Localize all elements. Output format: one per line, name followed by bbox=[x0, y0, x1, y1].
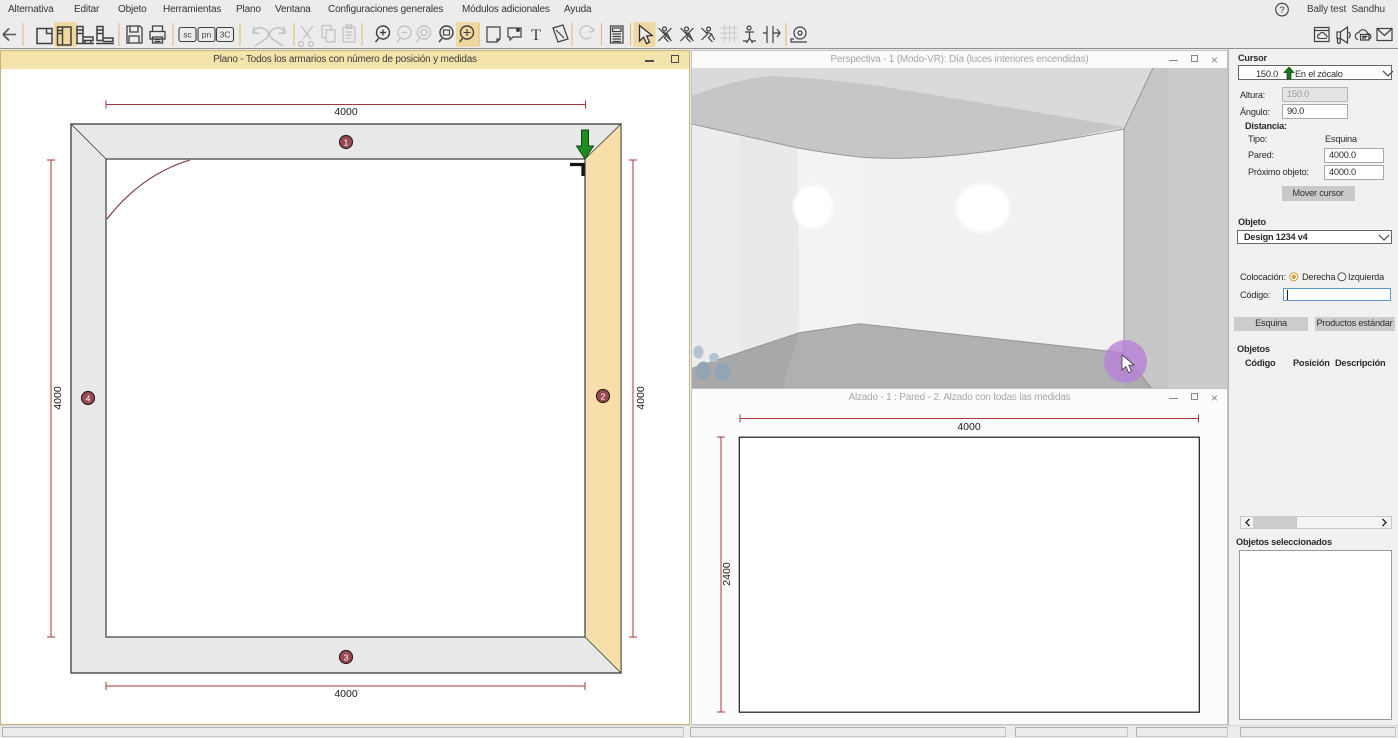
svg-text:4000: 4000 bbox=[52, 386, 64, 410]
svg-text:4000: 4000 bbox=[334, 688, 358, 700]
svg-text:3C: 3C bbox=[220, 30, 231, 40]
svg-text:4000: 4000 bbox=[334, 106, 358, 118]
svg-text:3: 3 bbox=[344, 653, 349, 663]
svg-text:4000: 4000 bbox=[957, 421, 981, 433]
svg-text:2: 2 bbox=[601, 392, 606, 402]
svg-text:1: 1 bbox=[344, 138, 349, 148]
svg-text:?: ? bbox=[1279, 5, 1284, 16]
svg-text:pn: pn bbox=[202, 30, 212, 40]
svg-text:4000: 4000 bbox=[635, 386, 647, 410]
svg-text:4: 4 bbox=[86, 394, 91, 404]
svg-text:2400: 2400 bbox=[721, 562, 733, 586]
svg-text:sc: sc bbox=[183, 30, 192, 40]
svg-text:T: T bbox=[531, 27, 541, 44]
